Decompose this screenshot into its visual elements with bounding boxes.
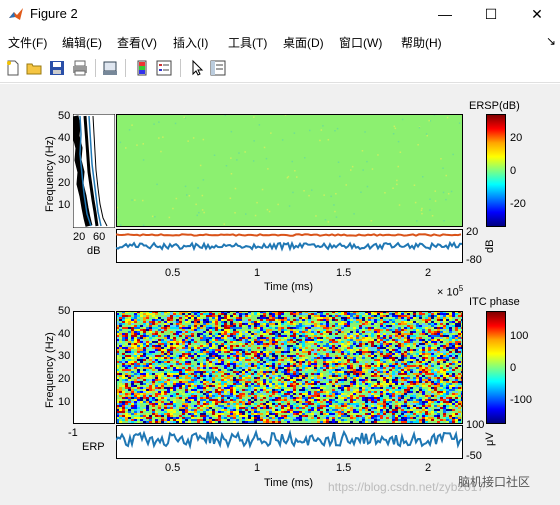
ersp-side-xtick: 20: [73, 231, 86, 243]
title-bar: Figure 2 — ☐ ✕: [0, 0, 560, 28]
itc-colorbar-tick: -100: [510, 394, 533, 406]
ersp-ytick: 10: [58, 199, 71, 211]
ersp-xtick: 0.5: [165, 267, 181, 279]
ersp-colorbar-tick: 20: [510, 132, 523, 144]
ersp-ytick: 50: [58, 110, 71, 122]
itc-colorbar-tick: 100: [510, 330, 529, 342]
ersp-trace-plot: [116, 229, 463, 263]
ersp-x-exponent: × 105: [437, 284, 464, 299]
menu-desktop[interactable]: 桌面(D): [283, 34, 324, 51]
property-editor-icon[interactable]: [209, 59, 227, 77]
itc-ytick: 50: [58, 305, 71, 317]
ersp-trace-label: dB: [484, 239, 496, 253]
itc-ytick: 20: [58, 373, 71, 385]
itc-colorbar: [486, 311, 506, 424]
menu-dock-arrow[interactable]: ↘: [546, 34, 556, 48]
itc-ylabel: Frequency (Hz): [44, 332, 56, 408]
ersp-xtick: 1.5: [336, 267, 352, 279]
itc-colorbar-title: ITC phase: [469, 296, 520, 308]
toolbar-separator: [180, 59, 181, 77]
close-button[interactable]: ✕: [514, 0, 560, 28]
itc-side-plot: [73, 311, 115, 424]
itc-xtick: 0.5: [165, 462, 181, 474]
new-figure-icon[interactable]: [4, 59, 22, 77]
erp-tick: -50: [466, 450, 482, 462]
erp-trace-plot: [116, 425, 463, 459]
menu-window[interactable]: 窗口(W): [339, 34, 382, 51]
ersp-trace-tick: -80: [466, 254, 482, 266]
ersp-colorbar-title: ERSP(dB): [469, 100, 520, 112]
ersp-ytick: 20: [58, 177, 71, 189]
ersp-side-xtick: 60: [93, 231, 106, 243]
menu-file[interactable]: 文件(F): [8, 34, 47, 51]
itc-colorbar-tick: 0: [510, 362, 517, 374]
ersp-xtick: 1: [254, 267, 261, 279]
ersp-xtick: 2: [425, 267, 432, 279]
menu-tools[interactable]: 工具(T): [228, 34, 267, 51]
ersp-xlabel: Time (ms): [264, 281, 314, 293]
menu-insert[interactable]: 插入(I): [173, 34, 208, 51]
ersp-colorbar-tick: 0: [510, 165, 517, 177]
matlab-icon: [9, 8, 23, 20]
ersp-side-xlabel: dB: [87, 245, 101, 257]
maximize-button[interactable]: ☐: [468, 0, 514, 28]
window-title: Figure 2: [30, 6, 78, 21]
ersp-baseline-spectrum: [73, 114, 115, 228]
ersp-ylabel: Frequency (Hz): [44, 136, 56, 212]
itc-ytick: 10: [58, 396, 71, 408]
erp-label: ERP: [82, 441, 105, 453]
itc-xtick: 2: [425, 462, 432, 474]
erp-tick: 100: [466, 419, 485, 431]
menu-view[interactable]: 查看(V): [117, 34, 157, 51]
menu-help[interactable]: 帮助(H): [401, 34, 442, 51]
menu-edit[interactable]: 编辑(E): [62, 34, 102, 51]
pointer-icon[interactable]: [188, 59, 206, 77]
ersp-image: [116, 114, 463, 227]
itc-image: [116, 311, 463, 424]
legend-icon[interactable]: [155, 59, 173, 77]
print-icon[interactable]: [71, 59, 89, 77]
colorbar-icon[interactable]: [133, 59, 151, 77]
itc-xlabel: Time (ms): [264, 477, 314, 489]
menu-bar: 文件(F) 编辑(E) 查看(V) 插入(I) 工具(T) 桌面(D) 窗口(W…: [0, 30, 560, 52]
itc-xtick: 1: [254, 462, 261, 474]
watermark-badge: 脑机接口社区: [458, 475, 531, 489]
print-preview-icon[interactable]: [101, 59, 119, 77]
ersp-colorbar-tick: -20: [510, 198, 526, 210]
itc-ytick: 40: [58, 328, 71, 340]
toolbar-separator: [95, 59, 96, 77]
toolbar-separator: [125, 59, 126, 77]
ersp-trace-tick: 20: [466, 226, 479, 238]
save-icon[interactable]: [48, 59, 66, 77]
erp-left-tick: -1: [68, 427, 78, 439]
erp-unit: μV: [484, 432, 496, 446]
open-file-icon[interactable]: [25, 59, 43, 77]
toolbar: [0, 54, 560, 83]
ersp-colorbar: [486, 114, 506, 227]
ersp-ytick: 40: [58, 132, 71, 144]
ersp-ytick: 30: [58, 154, 71, 166]
itc-xtick: 1.5: [336, 462, 352, 474]
minimize-button[interactable]: —: [422, 0, 468, 28]
itc-ytick: 30: [58, 350, 71, 362]
